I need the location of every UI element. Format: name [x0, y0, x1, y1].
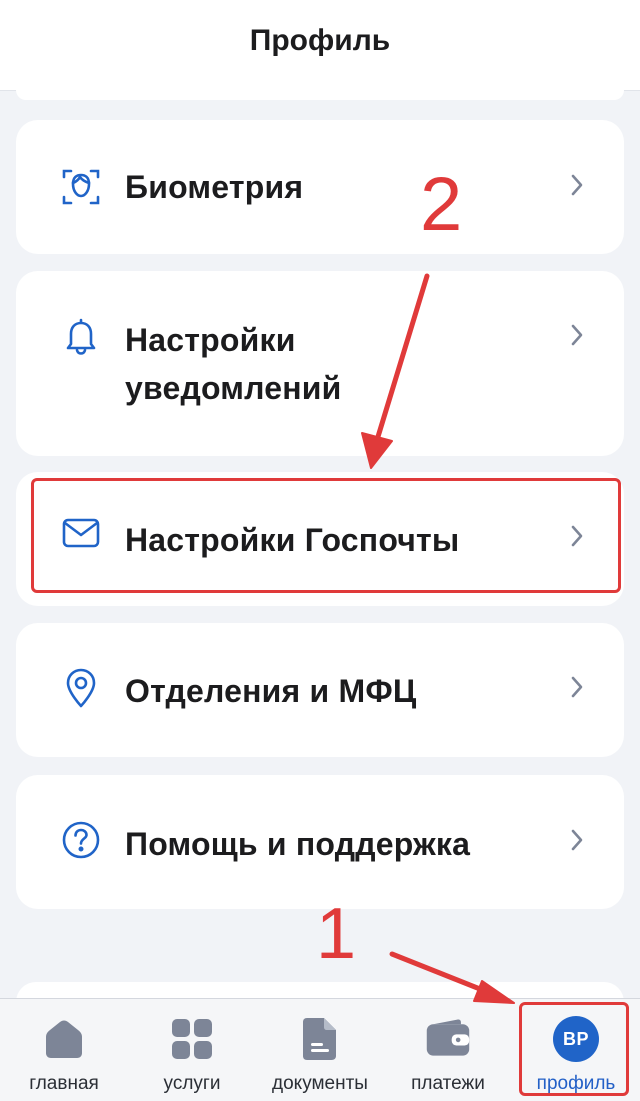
menu-item-offices-mfc[interactable]: Отделения и МФЦ — [16, 623, 624, 757]
annotation-highlight-profile-tab — [519, 1002, 629, 1096]
tab-label: главная — [29, 1073, 99, 1094]
chevron-right-icon — [571, 174, 583, 196]
annotation-step-2: 2 — [420, 162, 463, 247]
annotation-step-1: 1 — [316, 894, 357, 974]
wallet-icon — [424, 1015, 472, 1063]
tab-payments[interactable]: платежи — [384, 999, 512, 1101]
tab-home[interactable]: главная — [0, 999, 128, 1101]
menu-item-notification-settings[interactable]: Настройки уведомлений — [16, 271, 624, 456]
document-icon — [296, 1015, 344, 1063]
grid-icon — [168, 1015, 216, 1063]
page-title: Профиль — [249, 24, 391, 57]
question-icon — [60, 819, 102, 861]
face-id-icon — [60, 166, 102, 208]
tab-documents[interactable]: документы — [256, 999, 384, 1101]
chevron-right-icon — [571, 829, 583, 851]
bell-icon — [60, 315, 102, 357]
annotation-highlight-gosmail — [31, 478, 621, 593]
tab-label: платежи — [411, 1073, 485, 1094]
menu-item-label: Отделения и МФЦ — [125, 673, 417, 709]
tab-services[interactable]: услуги — [128, 999, 256, 1101]
menu-item-label: Помощь и поддержка — [125, 826, 471, 862]
tab-label: документы — [272, 1073, 368, 1094]
menu-item-label: Биометрия — [125, 169, 304, 205]
menu-item-help-support[interactable]: Помощь и поддержка — [16, 775, 624, 909]
chevron-right-icon — [571, 676, 583, 698]
card-partial-top — [16, 80, 624, 100]
menu-item-biometry[interactable]: Биометрия — [16, 120, 624, 254]
header: Профиль — [0, 0, 640, 91]
menu-item-label: Настройки уведомлений — [125, 322, 342, 406]
location-pin-icon — [60, 667, 102, 709]
tab-label: услуги — [163, 1073, 221, 1094]
home-icon — [40, 1015, 88, 1063]
chevron-right-icon — [571, 324, 583, 346]
